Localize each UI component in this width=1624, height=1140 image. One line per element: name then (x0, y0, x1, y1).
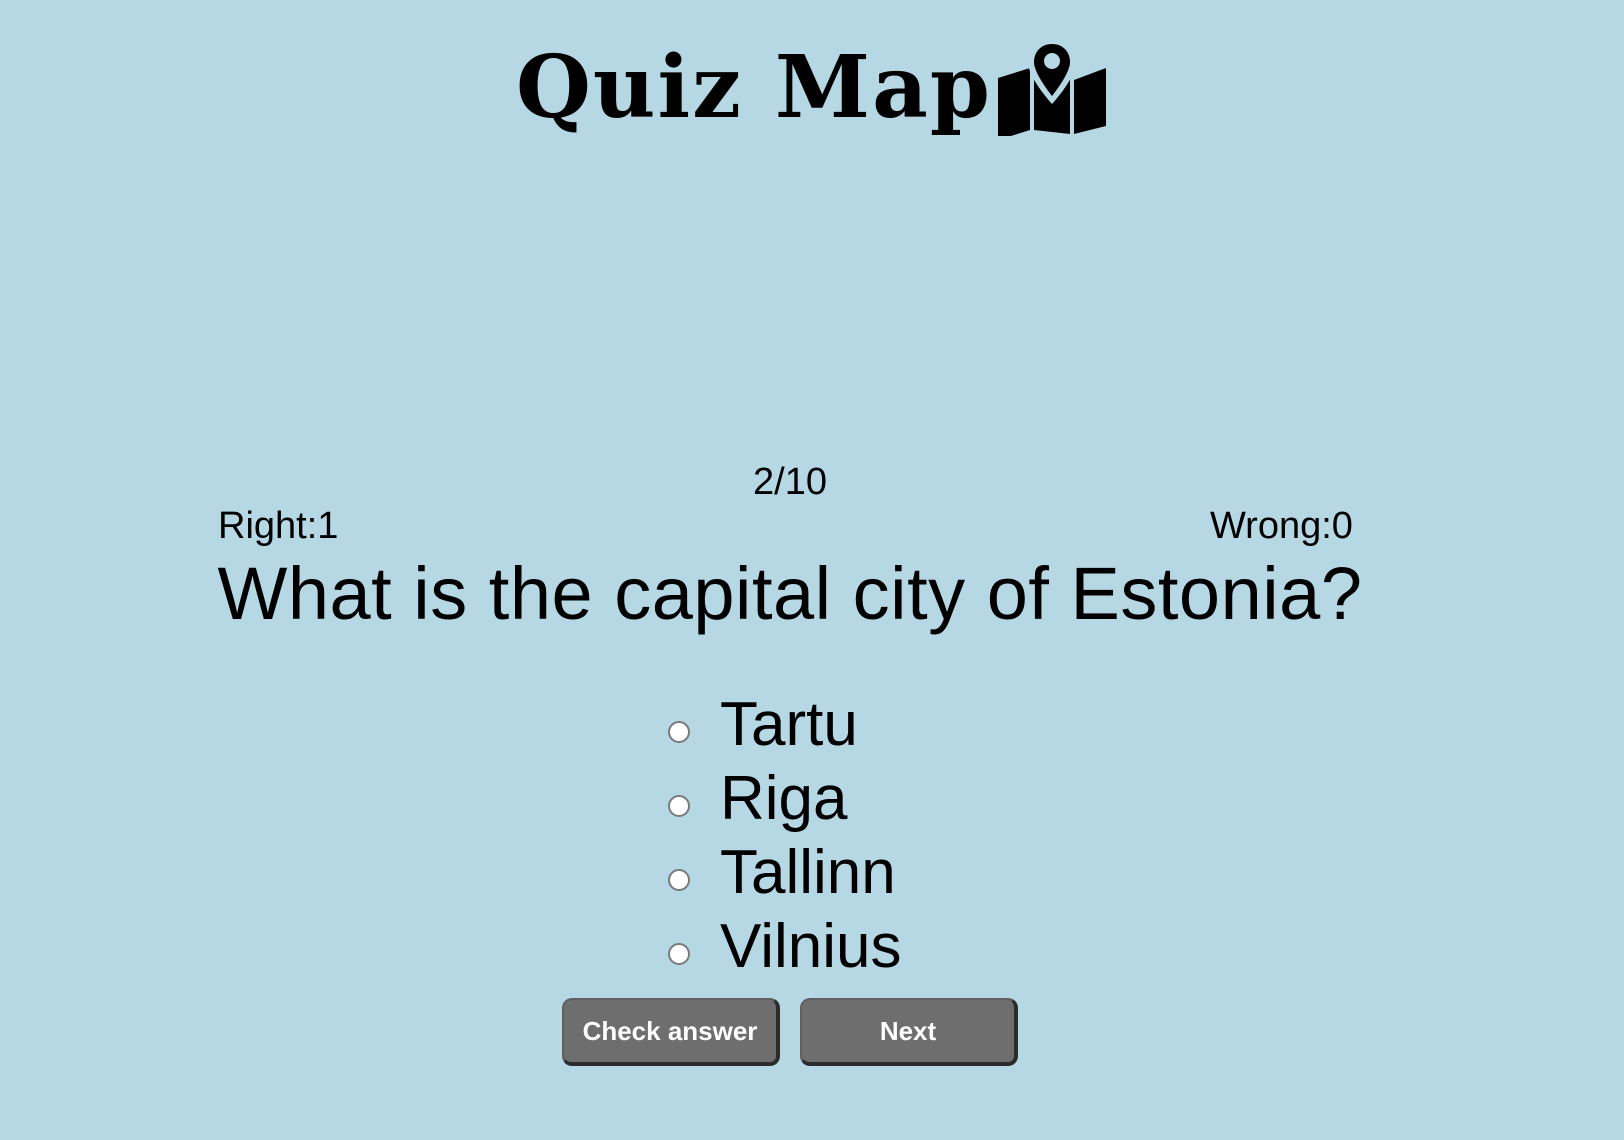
answer-option-label: Tallinn (720, 838, 896, 907)
answer-option[interactable]: Riga (668, 762, 902, 836)
answer-option[interactable]: Tartu (668, 688, 902, 762)
action-buttons: Check answer Next (562, 998, 1018, 1066)
answer-options: Tartu Riga Tallinn Vilnius (668, 688, 902, 984)
answer-option[interactable]: Vilnius (668, 910, 902, 984)
check-answer-button[interactable]: Check answer (562, 998, 780, 1066)
app-title: Quiz Map (516, 37, 992, 138)
next-button[interactable]: Next (800, 998, 1018, 1066)
wrong-score: Wrong:0 (1210, 505, 1353, 547)
answer-option-label: Tartu (720, 690, 858, 759)
answer-option[interactable]: Tallinn (668, 836, 902, 910)
right-score: Right:1 (218, 505, 339, 547)
radio-button[interactable] (668, 943, 690, 965)
answer-option-label: Riga (720, 764, 848, 833)
app-logo: Quiz Map (0, 37, 1624, 138)
radio-button[interactable] (668, 795, 690, 817)
question-counter: 2/10 (753, 461, 827, 503)
answer-option-label: Vilnius (720, 912, 902, 981)
question-text: What is the capital city of Estonia? (217, 552, 1363, 635)
radio-button[interactable] (668, 869, 690, 891)
radio-button[interactable] (668, 721, 690, 743)
map-pin-icon (997, 38, 1106, 136)
